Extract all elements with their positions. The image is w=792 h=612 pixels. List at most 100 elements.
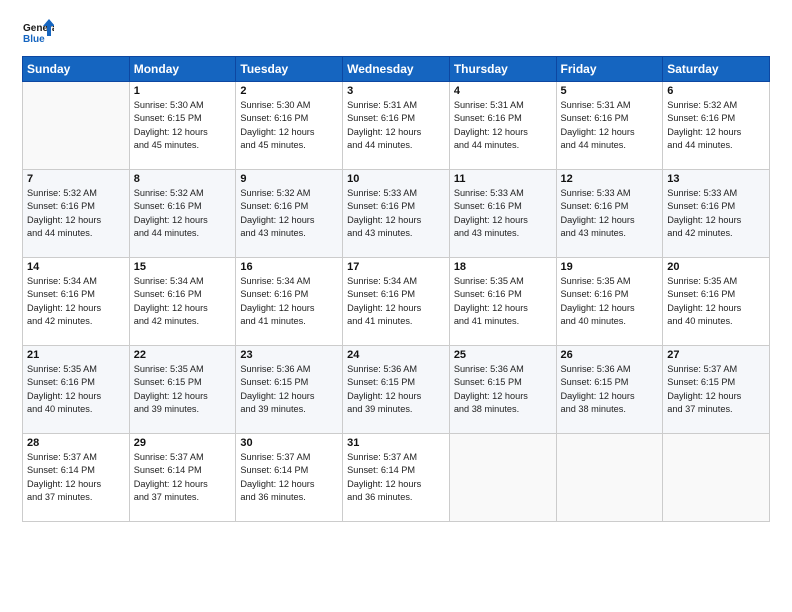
day-info: Sunrise: 5:32 AM Sunset: 6:16 PM Dayligh…: [134, 187, 232, 240]
day-number: 5: [561, 85, 659, 97]
day-number: 10: [347, 173, 445, 185]
day-info: Sunrise: 5:33 AM Sunset: 6:16 PM Dayligh…: [454, 187, 552, 240]
day-info: Sunrise: 5:37 AM Sunset: 6:15 PM Dayligh…: [667, 363, 765, 416]
day-number: 28: [27, 437, 125, 449]
day-info: Sunrise: 5:33 AM Sunset: 6:16 PM Dayligh…: [667, 187, 765, 240]
day-info: Sunrise: 5:37 AM Sunset: 6:14 PM Dayligh…: [134, 451, 232, 504]
day-number: 26: [561, 349, 659, 361]
day-info: Sunrise: 5:34 AM Sunset: 6:16 PM Dayligh…: [27, 275, 125, 328]
weekday-header-row: SundayMondayTuesdayWednesdayThursdayFrid…: [23, 57, 770, 82]
day-number: 21: [27, 349, 125, 361]
calendar-cell: 23 Sunrise: 5:36 AM Sunset: 6:15 PM Dayli…: [236, 346, 343, 434]
weekday-header-saturday: Saturday: [663, 57, 770, 82]
calendar-cell: 17 Sunrise: 5:34 AM Sunset: 6:16 PM Dayli…: [343, 258, 450, 346]
day-number: 27: [667, 349, 765, 361]
day-info: Sunrise: 5:30 AM Sunset: 6:16 PM Dayligh…: [240, 99, 338, 152]
day-info: Sunrise: 5:31 AM Sunset: 6:16 PM Dayligh…: [454, 99, 552, 152]
day-number: 23: [240, 349, 338, 361]
day-info: Sunrise: 5:35 AM Sunset: 6:16 PM Dayligh…: [27, 363, 125, 416]
day-info: Sunrise: 5:35 AM Sunset: 6:16 PM Dayligh…: [454, 275, 552, 328]
day-number: 4: [454, 85, 552, 97]
calendar-cell: 28 Sunrise: 5:37 AM Sunset: 6:14 PM Dayli…: [23, 434, 130, 522]
day-number: 29: [134, 437, 232, 449]
day-info: Sunrise: 5:32 AM Sunset: 6:16 PM Dayligh…: [240, 187, 338, 240]
calendar-week-row: 14 Sunrise: 5:34 AM Sunset: 6:16 PM Dayli…: [23, 258, 770, 346]
day-info: Sunrise: 5:36 AM Sunset: 6:15 PM Dayligh…: [347, 363, 445, 416]
header: General Blue: [22, 18, 770, 50]
calendar-cell: 1 Sunrise: 5:30 AM Sunset: 6:15 PM Daylig…: [129, 82, 236, 170]
page: General Blue SundayMondayTuesdayWednesda…: [0, 0, 792, 612]
day-number: 2: [240, 85, 338, 97]
weekday-header-wednesday: Wednesday: [343, 57, 450, 82]
calendar-cell: 18 Sunrise: 5:35 AM Sunset: 6:16 PM Dayli…: [449, 258, 556, 346]
day-number: 12: [561, 173, 659, 185]
day-info: Sunrise: 5:37 AM Sunset: 6:14 PM Dayligh…: [347, 451, 445, 504]
weekday-header-tuesday: Tuesday: [236, 57, 343, 82]
calendar-cell: 27 Sunrise: 5:37 AM Sunset: 6:15 PM Dayli…: [663, 346, 770, 434]
day-number: 18: [454, 261, 552, 273]
calendar-cell: 9 Sunrise: 5:32 AM Sunset: 6:16 PM Daylig…: [236, 170, 343, 258]
calendar-cell: 3 Sunrise: 5:31 AM Sunset: 6:16 PM Daylig…: [343, 82, 450, 170]
day-info: Sunrise: 5:34 AM Sunset: 6:16 PM Dayligh…: [240, 275, 338, 328]
logo-svg: General Blue: [22, 18, 54, 50]
day-number: 19: [561, 261, 659, 273]
calendar-cell: 2 Sunrise: 5:30 AM Sunset: 6:16 PM Daylig…: [236, 82, 343, 170]
calendar-cell: 15Sunrise: 5:34 AM Sunset: 6:16 PM Dayli…: [129, 258, 236, 346]
calendar-cell: 11 Sunrise: 5:33 AM Sunset: 6:16 PM Dayli…: [449, 170, 556, 258]
day-number: 13: [667, 173, 765, 185]
calendar-cell: 22Sunrise: 5:35 AM Sunset: 6:15 PM Dayli…: [129, 346, 236, 434]
day-info: Sunrise: 5:37 AM Sunset: 6:14 PM Dayligh…: [240, 451, 338, 504]
day-number: 11: [454, 173, 552, 185]
calendar-cell: 12 Sunrise: 5:33 AM Sunset: 6:16 PM Dayli…: [556, 170, 663, 258]
day-info: Sunrise: 5:35 AM Sunset: 6:16 PM Dayligh…: [561, 275, 659, 328]
calendar-cell: 21 Sunrise: 5:35 AM Sunset: 6:16 PM Dayli…: [23, 346, 130, 434]
calendar-cell: 25 Sunrise: 5:36 AM Sunset: 6:15 PM Dayli…: [449, 346, 556, 434]
svg-text:Blue: Blue: [23, 34, 45, 45]
calendar-week-row: 1 Sunrise: 5:30 AM Sunset: 6:15 PM Daylig…: [23, 82, 770, 170]
day-info: Sunrise: 5:31 AM Sunset: 6:16 PM Dayligh…: [347, 99, 445, 152]
day-info: Sunrise: 5:36 AM Sunset: 6:15 PM Dayligh…: [240, 363, 338, 416]
day-number: 9: [240, 173, 338, 185]
calendar-week-row: 21 Sunrise: 5:35 AM Sunset: 6:16 PM Dayli…: [23, 346, 770, 434]
calendar-cell: 7 Sunrise: 5:32 AM Sunset: 6:16 PM Daylig…: [23, 170, 130, 258]
day-number: 14: [27, 261, 125, 273]
calendar: SundayMondayTuesdayWednesdayThursdayFrid…: [22, 56, 770, 522]
calendar-cell: 14 Sunrise: 5:34 AM Sunset: 6:16 PM Dayli…: [23, 258, 130, 346]
day-info: Sunrise: 5:34 AM Sunset: 6:16 PM Dayligh…: [347, 275, 445, 328]
day-number: 1: [134, 85, 232, 97]
calendar-cell: 20Sunrise: 5:35 AM Sunset: 6:16 PM Dayli…: [663, 258, 770, 346]
calendar-cell: 30 Sunrise: 5:37 AM Sunset: 6:14 PM Dayli…: [236, 434, 343, 522]
day-info: Sunrise: 5:32 AM Sunset: 6:16 PM Dayligh…: [27, 187, 125, 240]
day-number: 24: [347, 349, 445, 361]
day-number: 3: [347, 85, 445, 97]
day-info: Sunrise: 5:33 AM Sunset: 6:16 PM Dayligh…: [347, 187, 445, 240]
day-info: Sunrise: 5:36 AM Sunset: 6:15 PM Dayligh…: [454, 363, 552, 416]
day-info: Sunrise: 5:37 AM Sunset: 6:14 PM Dayligh…: [27, 451, 125, 504]
calendar-cell: [23, 82, 130, 170]
calendar-cell: 29 Sunrise: 5:37 AM Sunset: 6:14 PM Dayli…: [129, 434, 236, 522]
day-number: 17: [347, 261, 445, 273]
calendar-cell: 5 Sunrise: 5:31 AM Sunset: 6:16 PM Daylig…: [556, 82, 663, 170]
calendar-cell: 24 Sunrise: 5:36 AM Sunset: 6:15 PM Dayli…: [343, 346, 450, 434]
day-info: Sunrise: 5:31 AM Sunset: 6:16 PM Dayligh…: [561, 99, 659, 152]
calendar-cell: 10 Sunrise: 5:33 AM Sunset: 6:16 PM Dayli…: [343, 170, 450, 258]
calendar-cell: [449, 434, 556, 522]
day-number: 8: [134, 173, 232, 185]
day-number: 25: [454, 349, 552, 361]
calendar-cell: 26Sunrise: 5:36 AM Sunset: 6:15 PM Dayli…: [556, 346, 663, 434]
calendar-week-row: 7 Sunrise: 5:32 AM Sunset: 6:16 PM Daylig…: [23, 170, 770, 258]
weekday-header-thursday: Thursday: [449, 57, 556, 82]
day-number: 30: [240, 437, 338, 449]
day-info: Sunrise: 5:30 AM Sunset: 6:15 PM Dayligh…: [134, 99, 232, 152]
day-number: 7: [27, 173, 125, 185]
calendar-cell: 19 Sunrise: 5:35 AM Sunset: 6:16 PM Dayli…: [556, 258, 663, 346]
weekday-header-monday: Monday: [129, 57, 236, 82]
day-number: 6: [667, 85, 765, 97]
calendar-cell: 6 Sunrise: 5:32 AM Sunset: 6:16 PM Daylig…: [663, 82, 770, 170]
day-info: Sunrise: 5:35 AM Sunset: 6:15 PM Dayligh…: [134, 363, 232, 416]
calendar-cell: [663, 434, 770, 522]
calendar-cell: [556, 434, 663, 522]
day-info: Sunrise: 5:32 AM Sunset: 6:16 PM Dayligh…: [667, 99, 765, 152]
day-info: Sunrise: 5:34 AM Sunset: 6:16 PM Dayligh…: [134, 275, 232, 328]
day-info: Sunrise: 5:33 AM Sunset: 6:16 PM Dayligh…: [561, 187, 659, 240]
